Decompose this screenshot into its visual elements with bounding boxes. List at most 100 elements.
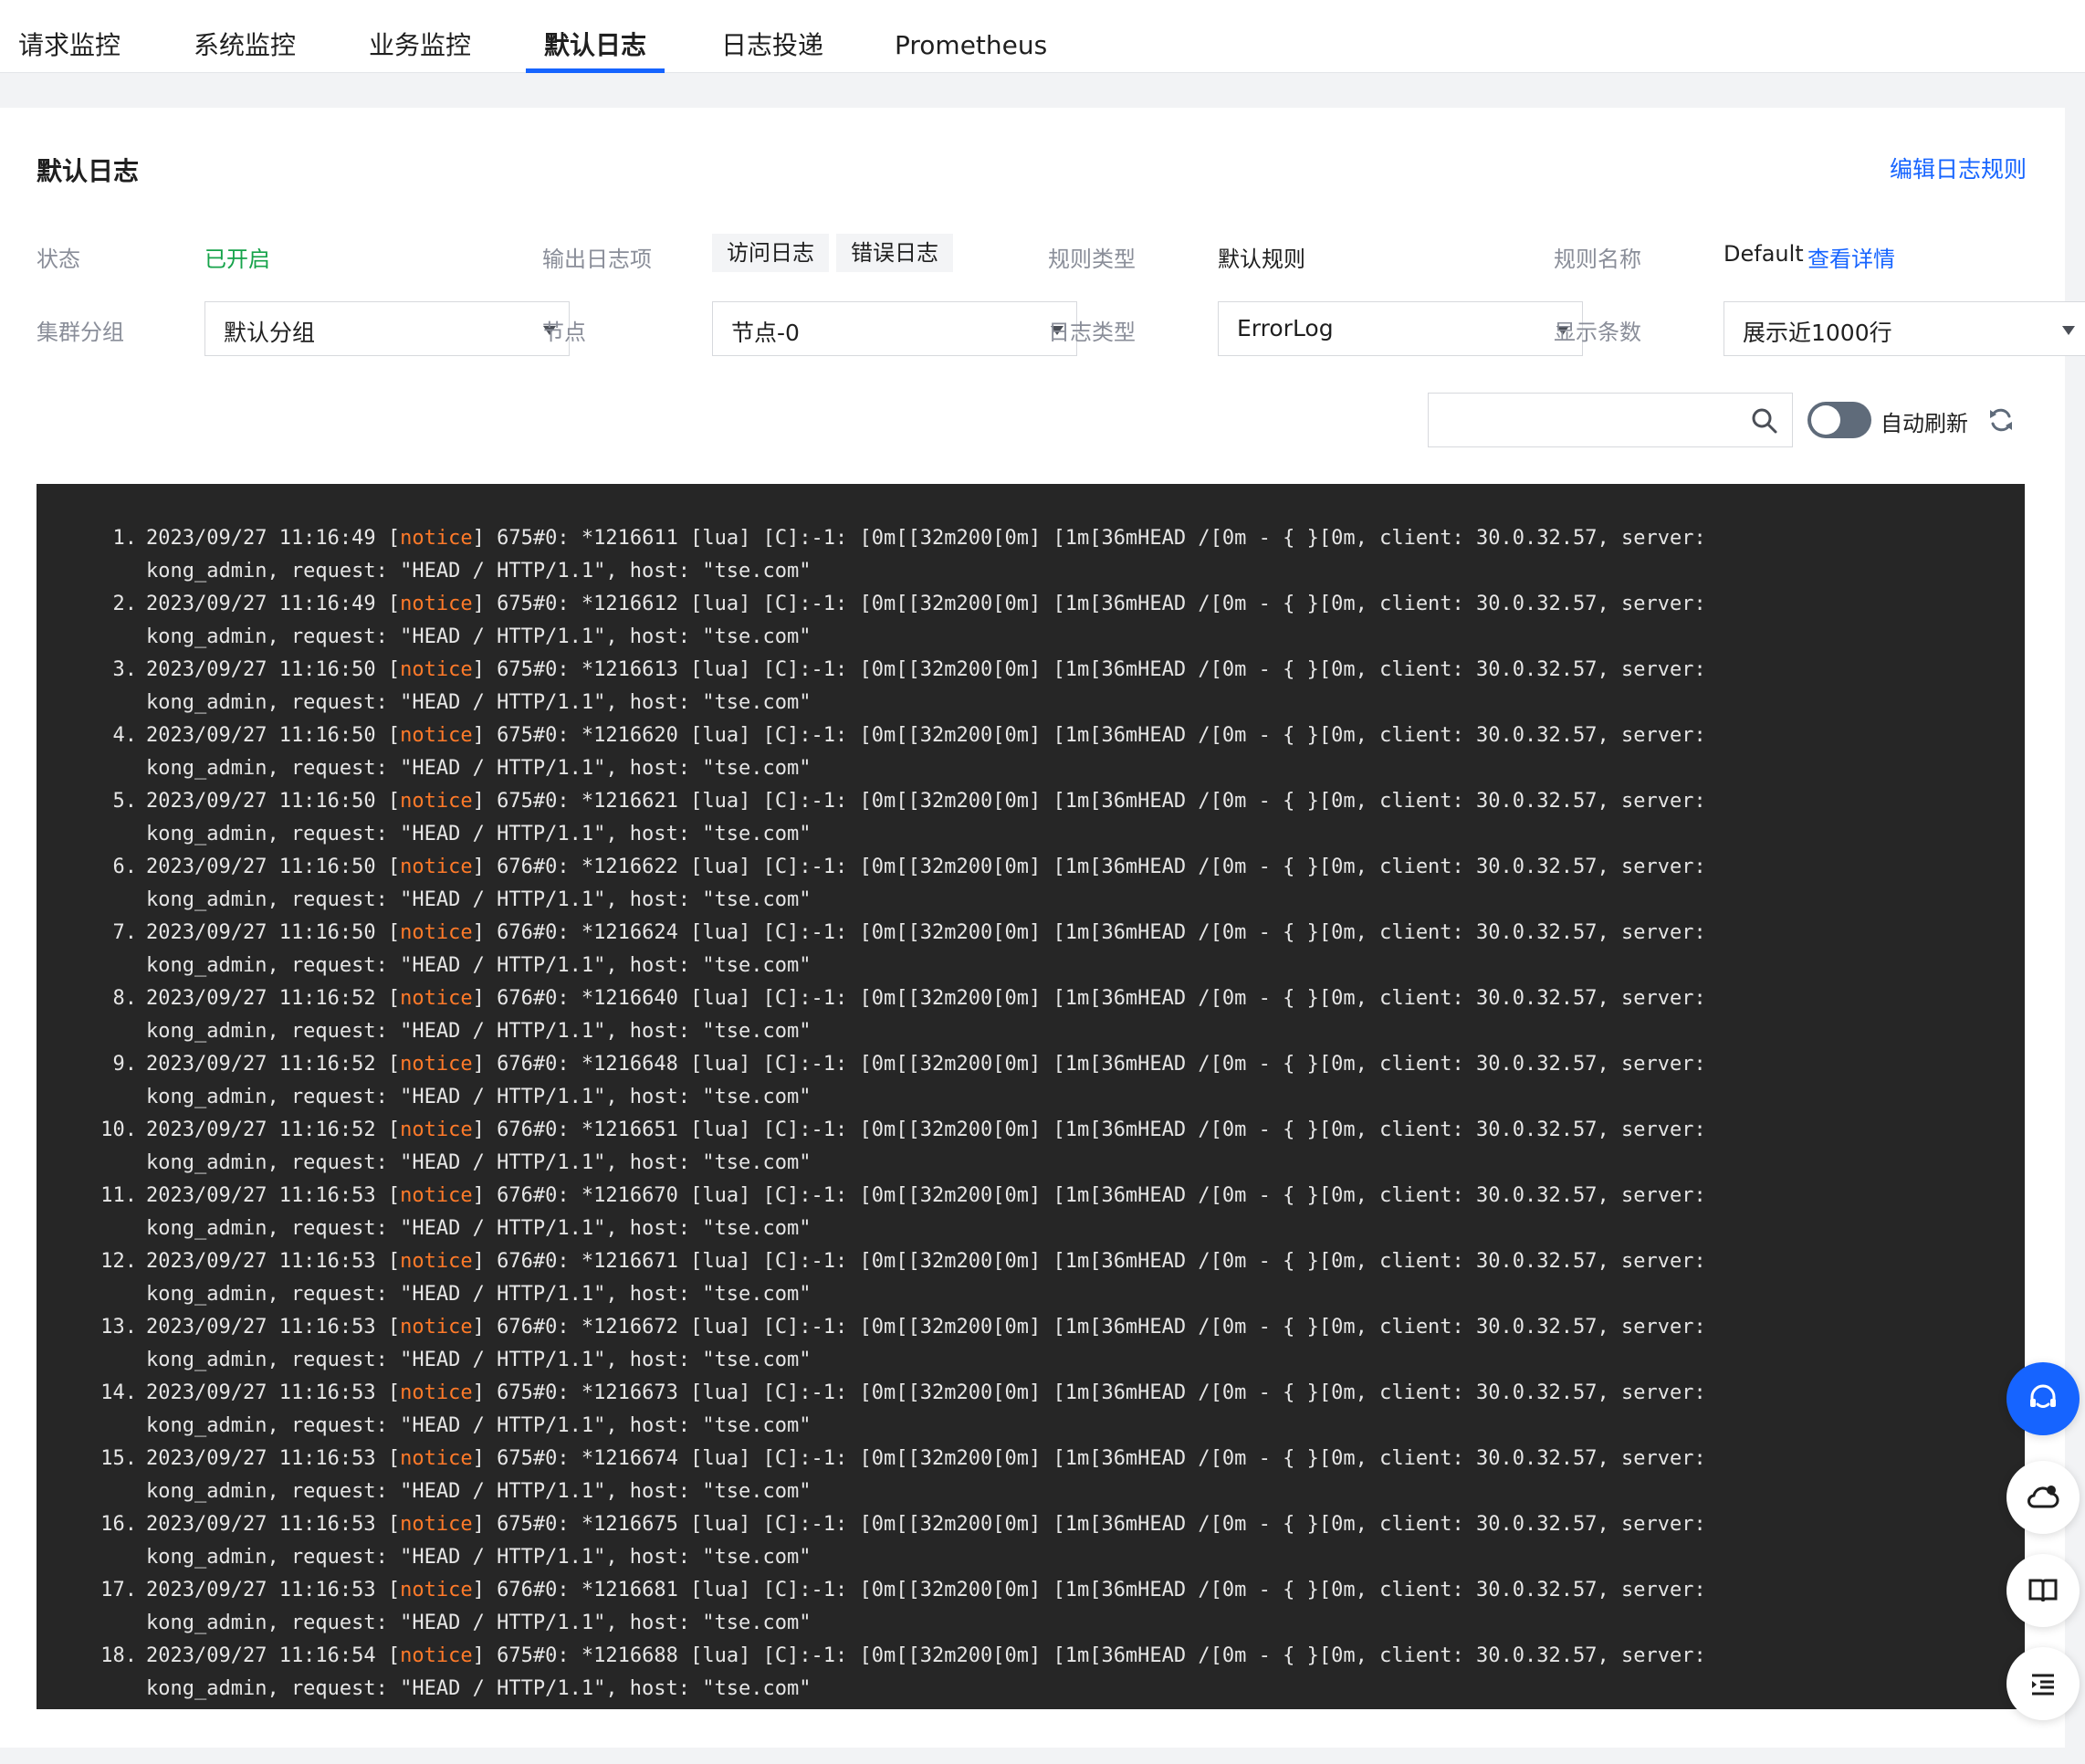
log-entry: 12. 2023/09/27 11:16:53 [notice] 676#0: *… xyxy=(37,1245,2025,1311)
tab-request-monitor[interactable]: 请求监控 xyxy=(18,0,120,73)
output-chip-error-log: 错误日志 xyxy=(836,234,953,272)
log-pid: 676#0: xyxy=(497,1053,570,1076)
log-timestamp: 2023/09/27 11:16:49 xyxy=(146,593,376,615)
log-level: notice xyxy=(400,724,473,747)
log-message-continuation: kong_admin, request: "HEAD / HTTP/1.1", … xyxy=(146,625,812,648)
log-message: [lua] [C]:-1: [0m[[32m200[0m] [1m[36mHEA… xyxy=(690,790,1706,813)
log-timestamp: 2023/09/27 11:16:53 xyxy=(146,1250,376,1273)
log-message: [lua] [C]:-1: [0m[[32m200[0m] [1m[36mHEA… xyxy=(690,1579,1706,1601)
log-search-input[interactable] xyxy=(1438,401,1730,439)
log-level: notice xyxy=(400,1250,473,1273)
log-entry: 6. 2023/09/27 11:16:50 [notice] 676#0: *1… xyxy=(37,851,2025,917)
search-icon[interactable] xyxy=(1750,406,1779,436)
log-message: [lua] [C]:-1: [0m[[32m200[0m] [1m[36mHEA… xyxy=(690,1118,1706,1141)
log-entry: 5. 2023/09/27 11:16:50 [notice] 675#0: *1… xyxy=(37,785,2025,851)
log-level: notice xyxy=(400,1184,473,1207)
book-icon xyxy=(2028,1579,2058,1602)
status-value: 已开启 xyxy=(204,247,270,272)
log-timestamp: 2023/09/27 11:16:52 xyxy=(146,1053,376,1076)
log-message: [lua] [C]:-1: [0m[[32m200[0m] [1m[36mHEA… xyxy=(690,1447,1706,1470)
log-pid: 676#0: xyxy=(497,1579,570,1601)
log-message-continuation: kong_admin, request: "HEAD / HTTP/1.1", … xyxy=(146,1612,812,1634)
log-connection-id: *1216671 xyxy=(581,1250,678,1273)
log-message-continuation: kong_admin, request: "HEAD / HTTP/1.1", … xyxy=(146,888,812,911)
log-pid: 676#0: xyxy=(497,1118,570,1141)
rule-name-label: 规则名称 xyxy=(1554,247,1641,272)
log-level: notice xyxy=(400,1118,473,1141)
edit-log-rule-link[interactable]: 编辑日志规则 xyxy=(1890,152,2027,184)
default-log-panel: 默认日志 编辑日志规则 状态 已开启 输出日志项 访问日志 错误日志 规则类型 … xyxy=(0,108,2085,1748)
log-timestamp: 2023/09/27 11:16:50 xyxy=(146,790,376,813)
log-line-number: 16. xyxy=(100,1513,137,1536)
outline-button[interactable] xyxy=(2006,1647,2080,1720)
log-timestamp: 2023/09/27 11:16:53 xyxy=(146,1381,376,1404)
log-entry: 11. 2023/09/27 11:16:53 [notice] 676#0: *… xyxy=(37,1180,2025,1245)
log-message-continuation: kong_admin, request: "HEAD / HTTP/1.1", … xyxy=(146,954,812,977)
log-timestamp: 2023/09/27 11:16:52 xyxy=(146,987,376,1010)
log-entry: 4. 2023/09/27 11:16:50 [notice] 675#0: *1… xyxy=(37,719,2025,785)
log-search-box[interactable] xyxy=(1428,393,1793,447)
tab-default-log[interactable]: 默认日志 xyxy=(544,0,646,73)
log-pid: 675#0: xyxy=(497,1513,570,1536)
support-button[interactable] xyxy=(2006,1362,2080,1435)
log-timestamp: 2023/09/27 11:16:50 xyxy=(146,921,376,944)
show-count-value: 展示近1000行 xyxy=(1743,320,1892,346)
log-timestamp: 2023/09/27 11:16:50 xyxy=(146,856,376,878)
log-line-number: 1. xyxy=(112,527,138,550)
rule-detail-link[interactable]: 查看详情 xyxy=(1807,241,1895,273)
status-label: 状态 xyxy=(37,247,80,272)
show-count-select[interactable]: 展示近1000行 xyxy=(1724,301,2085,356)
cloud-assistant-button[interactable] xyxy=(2006,1461,2080,1534)
cluster-group-select[interactable]: 默认分组 xyxy=(204,301,570,356)
log-connection-id: *1216688 xyxy=(581,1644,678,1667)
log-message-continuation: kong_admin, request: "HEAD / HTTP/1.1", … xyxy=(146,1349,812,1371)
log-line-number: 4. xyxy=(112,724,138,747)
log-connection-id: *1216674 xyxy=(581,1447,678,1470)
log-entry: 7. 2023/09/27 11:16:50 [notice] 676#0: *1… xyxy=(37,917,2025,982)
log-message: [lua] [C]:-1: [0m[[32m200[0m] [1m[36mHEA… xyxy=(690,593,1706,615)
tab-system-monitor[interactable]: 系统监控 xyxy=(194,0,296,73)
docs-button[interactable] xyxy=(2006,1554,2080,1627)
log-connection-id: *1216624 xyxy=(581,921,678,944)
rule-type-label: 规则类型 xyxy=(1048,247,1136,272)
log-line-number: 7. xyxy=(112,921,138,944)
tab-log-delivery[interactable]: 日志投递 xyxy=(721,0,823,73)
log-line-number: 18. xyxy=(100,1644,137,1667)
headset-icon xyxy=(2030,1384,2056,1408)
log-timestamp: 2023/09/27 11:16:49 xyxy=(146,527,376,550)
log-connection-id: *1216621 xyxy=(581,790,678,813)
node-value: 节点-0 xyxy=(731,320,800,346)
output-items-label: 输出日志项 xyxy=(542,247,652,272)
log-line-number: 15. xyxy=(100,1447,137,1470)
log-level: notice xyxy=(400,1053,473,1076)
log-level: notice xyxy=(400,1381,473,1404)
log-timestamp: 2023/09/27 11:16:53 xyxy=(146,1513,376,1536)
log-pid: 676#0: xyxy=(497,856,570,878)
log-line-number: 14. xyxy=(100,1381,137,1404)
log-type-value: ErrorLog xyxy=(1237,315,1334,341)
node-select[interactable]: 节点-0 xyxy=(712,301,1077,356)
log-message-continuation: kong_admin, request: "HEAD / HTTP/1.1", … xyxy=(146,757,812,780)
log-line-number: 6. xyxy=(112,856,138,878)
auto-refresh-toggle[interactable] xyxy=(1807,402,1871,438)
tab-prometheus[interactable]: Prometheus xyxy=(895,0,1047,73)
log-line-number: 13. xyxy=(100,1316,137,1339)
tab-business-monitor[interactable]: 业务监控 xyxy=(369,0,471,73)
log-entry: 17. 2023/09/27 11:16:53 [notice] 676#0: *… xyxy=(37,1574,2025,1640)
log-message-continuation: kong_admin, request: "HEAD / HTTP/1.1", … xyxy=(146,1283,812,1306)
log-connection-id: *1216611 xyxy=(581,527,678,550)
refresh-icon[interactable] xyxy=(1986,405,2016,435)
log-type-select[interactable]: ErrorLog xyxy=(1218,301,1583,356)
log-level: notice xyxy=(400,527,473,550)
log-level: notice xyxy=(400,921,473,944)
log-line-number: 12. xyxy=(100,1250,137,1273)
log-list: 1. 2023/09/27 11:16:49 [notice] 675#0: *1… xyxy=(37,484,2025,1706)
show-count-label: 显示条数 xyxy=(1554,320,1641,345)
log-level: notice xyxy=(400,1513,473,1536)
log-level: notice xyxy=(400,790,473,813)
log-line-number: 10. xyxy=(100,1118,137,1141)
log-message: [lua] [C]:-1: [0m[[32m200[0m] [1m[36mHEA… xyxy=(690,1513,1706,1536)
log-message: [lua] [C]:-1: [0m[[32m200[0m] [1m[36mHEA… xyxy=(690,856,1706,878)
log-console[interactable]: 1. 2023/09/27 11:16:49 [notice] 675#0: *1… xyxy=(37,484,2025,1709)
log-pid: 675#0: xyxy=(497,1644,570,1667)
